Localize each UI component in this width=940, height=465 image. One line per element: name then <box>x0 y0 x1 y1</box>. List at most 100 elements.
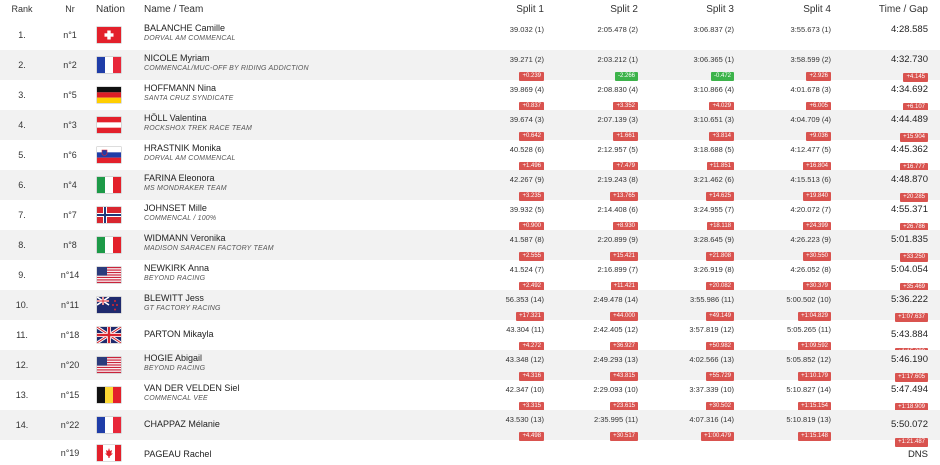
table-row[interactable]: 14. n°22 CHAPPAZ Mélanie 43.530 (13) +4.498 2… <box>0 410 940 447</box>
split3-cell: 3:37.339 (10) +30.502 <box>644 385 734 412</box>
final-time: 4:45.362 <box>891 144 928 155</box>
rider-name[interactable]: CHAPPAZ Mélanie <box>144 419 220 430</box>
header-split2[interactable]: Split 2 <box>548 4 638 15</box>
split2-cell: 2:35.995 (11) +30.517 <box>548 415 638 442</box>
final-time: 5:36.222 <box>891 294 928 305</box>
rider-name[interactable]: WIDMANN Veronika <box>144 233 274 244</box>
team-name: BEYOND RACING <box>144 365 206 372</box>
bib-number: n°22 <box>60 420 80 430</box>
rank-cell: 13. <box>15 390 29 400</box>
table-row[interactable]: 11. n°18 PARTON Mikayla 43.304 (11) +4.272 2:… <box>0 320 940 357</box>
rider-name[interactable]: BLEWITT Jess <box>144 293 221 304</box>
split1-cell: 39.932 (5) +0.900 <box>454 205 544 232</box>
rider-name[interactable]: HRASTNIK Monika <box>144 143 236 154</box>
rider-name[interactable]: HOFFMANN Nina <box>144 83 233 94</box>
name-team-cell: BALANCHE Camille DORVAL AM COMMENCAL <box>144 23 236 44</box>
team-name: DORVAL AM COMMENCAL <box>144 35 236 42</box>
time-gap-cell: 5:47.494 +1:18.909 <box>834 384 928 413</box>
final-time: 5:43.884 <box>891 329 928 340</box>
split2-time: 2:16.899 (7) <box>597 265 638 274</box>
table-row[interactable]: 12. n°20 HOGIE Abigail BEYOND RACING 43.348 … <box>0 350 940 383</box>
split2-time: 2:12.957 (5) <box>597 145 638 154</box>
rider-name[interactable]: PARTON Mikayla <box>144 329 214 340</box>
team-name: COMMENCAL / 100% <box>144 215 217 222</box>
split1-time: 40.528 (6) <box>509 145 544 154</box>
split3-time: 3:06.837 (2) <box>693 25 734 34</box>
split2-time: 2:03.212 (1) <box>597 55 638 64</box>
header-split4[interactable]: Split 4 <box>741 4 831 15</box>
team-name: DORVAL AM COMMENCAL <box>144 155 236 162</box>
header-nr[interactable]: Nr <box>52 4 88 14</box>
table-row[interactable]: 13. n°15 VAN DER VELDEN Siel COMMENCAL VEE 4… <box>0 380 940 413</box>
bib-number: n°19 <box>60 447 80 458</box>
split3-time: 3:24.955 (7) <box>693 205 734 214</box>
split4-cell: 4:12.477 (5) +16.804 <box>741 145 831 172</box>
time-gap-cell: 4:34.692 +6.107 <box>834 84 928 113</box>
rider-name[interactable]: VAN DER VELDEN Siel <box>144 383 239 394</box>
table-row[interactable]: 3. n°5 HOFFMANN Nina SANTA CRUZ SYNDICATE 39… <box>0 80 940 113</box>
rank-cell: 1. <box>18 30 26 40</box>
header-split3[interactable]: Split 3 <box>644 4 734 15</box>
split4-time: 5:10.819 (13) <box>786 415 831 424</box>
table-row[interactable]: n°19 PAGEAU Rachel DNS <box>0 440 940 465</box>
split2-time: 2:14.408 (6) <box>597 205 638 214</box>
header-name-team[interactable]: Name / Team <box>144 4 203 15</box>
flag-slo-icon <box>97 147 121 163</box>
table-row[interactable]: 4. n°3 HÖLL Valentina ROCKSHOX TREK RACE TE… <box>0 110 940 143</box>
table-row[interactable]: 9. n°14 NEWKIRK Anna BEYOND RACING 41.524 (7… <box>0 260 940 292</box>
split4-time: 4:12.477 (5) <box>790 145 831 154</box>
split1-time: 43.530 (13) <box>505 415 544 424</box>
time-gap-cell: 5:46.190 +1:17.605 <box>834 354 928 383</box>
rider-name[interactable]: PAGEAU Rachel <box>144 449 211 460</box>
rider-name[interactable]: NEWKIRK Anna <box>144 263 209 274</box>
split4-time: 4:26.223 (9) <box>790 235 831 244</box>
table-row[interactable]: 1. n°1 BALANCHE Camille DORVAL AM COMMENCAL… <box>0 20 940 50</box>
final-time: 4:34.692 <box>891 84 928 95</box>
split2-cell: 2:42.405 (12) +36.927 <box>548 325 638 352</box>
split2-cell: 2:07.139 (3) +1.661 <box>548 115 638 142</box>
split4-time: 4:04.709 (4) <box>790 115 831 124</box>
team-name: MS MONDRAKER TEAM <box>144 185 227 192</box>
split3-time: 3:18.688 (5) <box>693 145 734 154</box>
rider-name[interactable]: FARINA Eleonora <box>144 173 227 184</box>
final-time: 4:55.371 <box>891 204 928 215</box>
header-split1[interactable]: Split 1 <box>454 4 544 15</box>
rider-name[interactable]: JOHNSET Mille <box>144 203 216 214</box>
rider-name[interactable]: NICOLE Myriam <box>144 53 309 64</box>
split3-cell: 3:26.919 (8) +20.082 <box>644 265 734 292</box>
flag-usa-icon <box>97 267 121 283</box>
split2-time: 2:49.478 (14) <box>593 295 638 304</box>
rider-name[interactable]: HOGIE Abigail <box>144 353 205 364</box>
rider-name[interactable]: BALANCHE Camille <box>144 23 236 34</box>
table-row[interactable]: 8. n°8 WIDMANN Veronika MADISON SARACEN FAC… <box>0 230 940 262</box>
split1-time: 39.869 (4) <box>509 85 544 94</box>
name-team-cell: PAGEAU Rachel <box>144 449 211 460</box>
rank-cell: 2. <box>18 60 26 70</box>
rank-cell: 3. <box>18 90 26 100</box>
bib-number: n°5 <box>63 90 77 100</box>
flag-aut-icon <box>97 117 121 133</box>
table-row[interactable]: 5. n°6 HRASTNIK Monika DORVAL AM COMMENCAL 4… <box>0 140 940 172</box>
table-row[interactable]: 2. n°2 NICOLE Myriam COMMENCAL/MUC-OFF BY R… <box>0 50 940 82</box>
rider-name[interactable]: HÖLL Valentina <box>144 113 252 124</box>
split3-time: 4:07.316 (14) <box>689 415 734 424</box>
header-time-gap[interactable]: Time / Gap <box>834 4 928 15</box>
table-row[interactable]: 10. n°11 BLEWITT Jess GT FACTORY RACING 56.3… <box>0 290 940 323</box>
time-gap-cell: 4:44.489 +15.904 <box>834 114 928 143</box>
name-team-cell: PARTON Mikayla <box>144 329 214 340</box>
split1-time: 43.348 (12) <box>505 355 544 364</box>
bib-number: n°11 <box>61 300 79 310</box>
split2-cell: 2:49.478 (14) +44.000 <box>548 295 638 322</box>
header-rank[interactable]: Rank <box>0 4 44 14</box>
flag-usa-icon <box>97 357 121 373</box>
table-row[interactable]: 6. n°4 FARINA Eleonora MS MONDRAKER TEAM 42.… <box>0 170 940 202</box>
split4-cell: 3:55.673 (1) <box>741 25 831 34</box>
rank-cell: 8. <box>18 240 26 250</box>
table-row[interactable]: 7. n°7 JOHNSET Mille COMMENCAL / 100% 39.932… <box>0 200 940 232</box>
split3-time: 3:10.651 (3) <box>693 115 734 124</box>
time-gap-cell: 5:36.222 +1:07.637 <box>834 294 928 323</box>
split4-time: 4:15.513 (6) <box>790 175 831 184</box>
split2-cell: 2:05.478 (2) <box>548 25 638 34</box>
header-nation[interactable]: Nation <box>96 4 125 15</box>
flag-gbr-icon <box>97 327 121 343</box>
